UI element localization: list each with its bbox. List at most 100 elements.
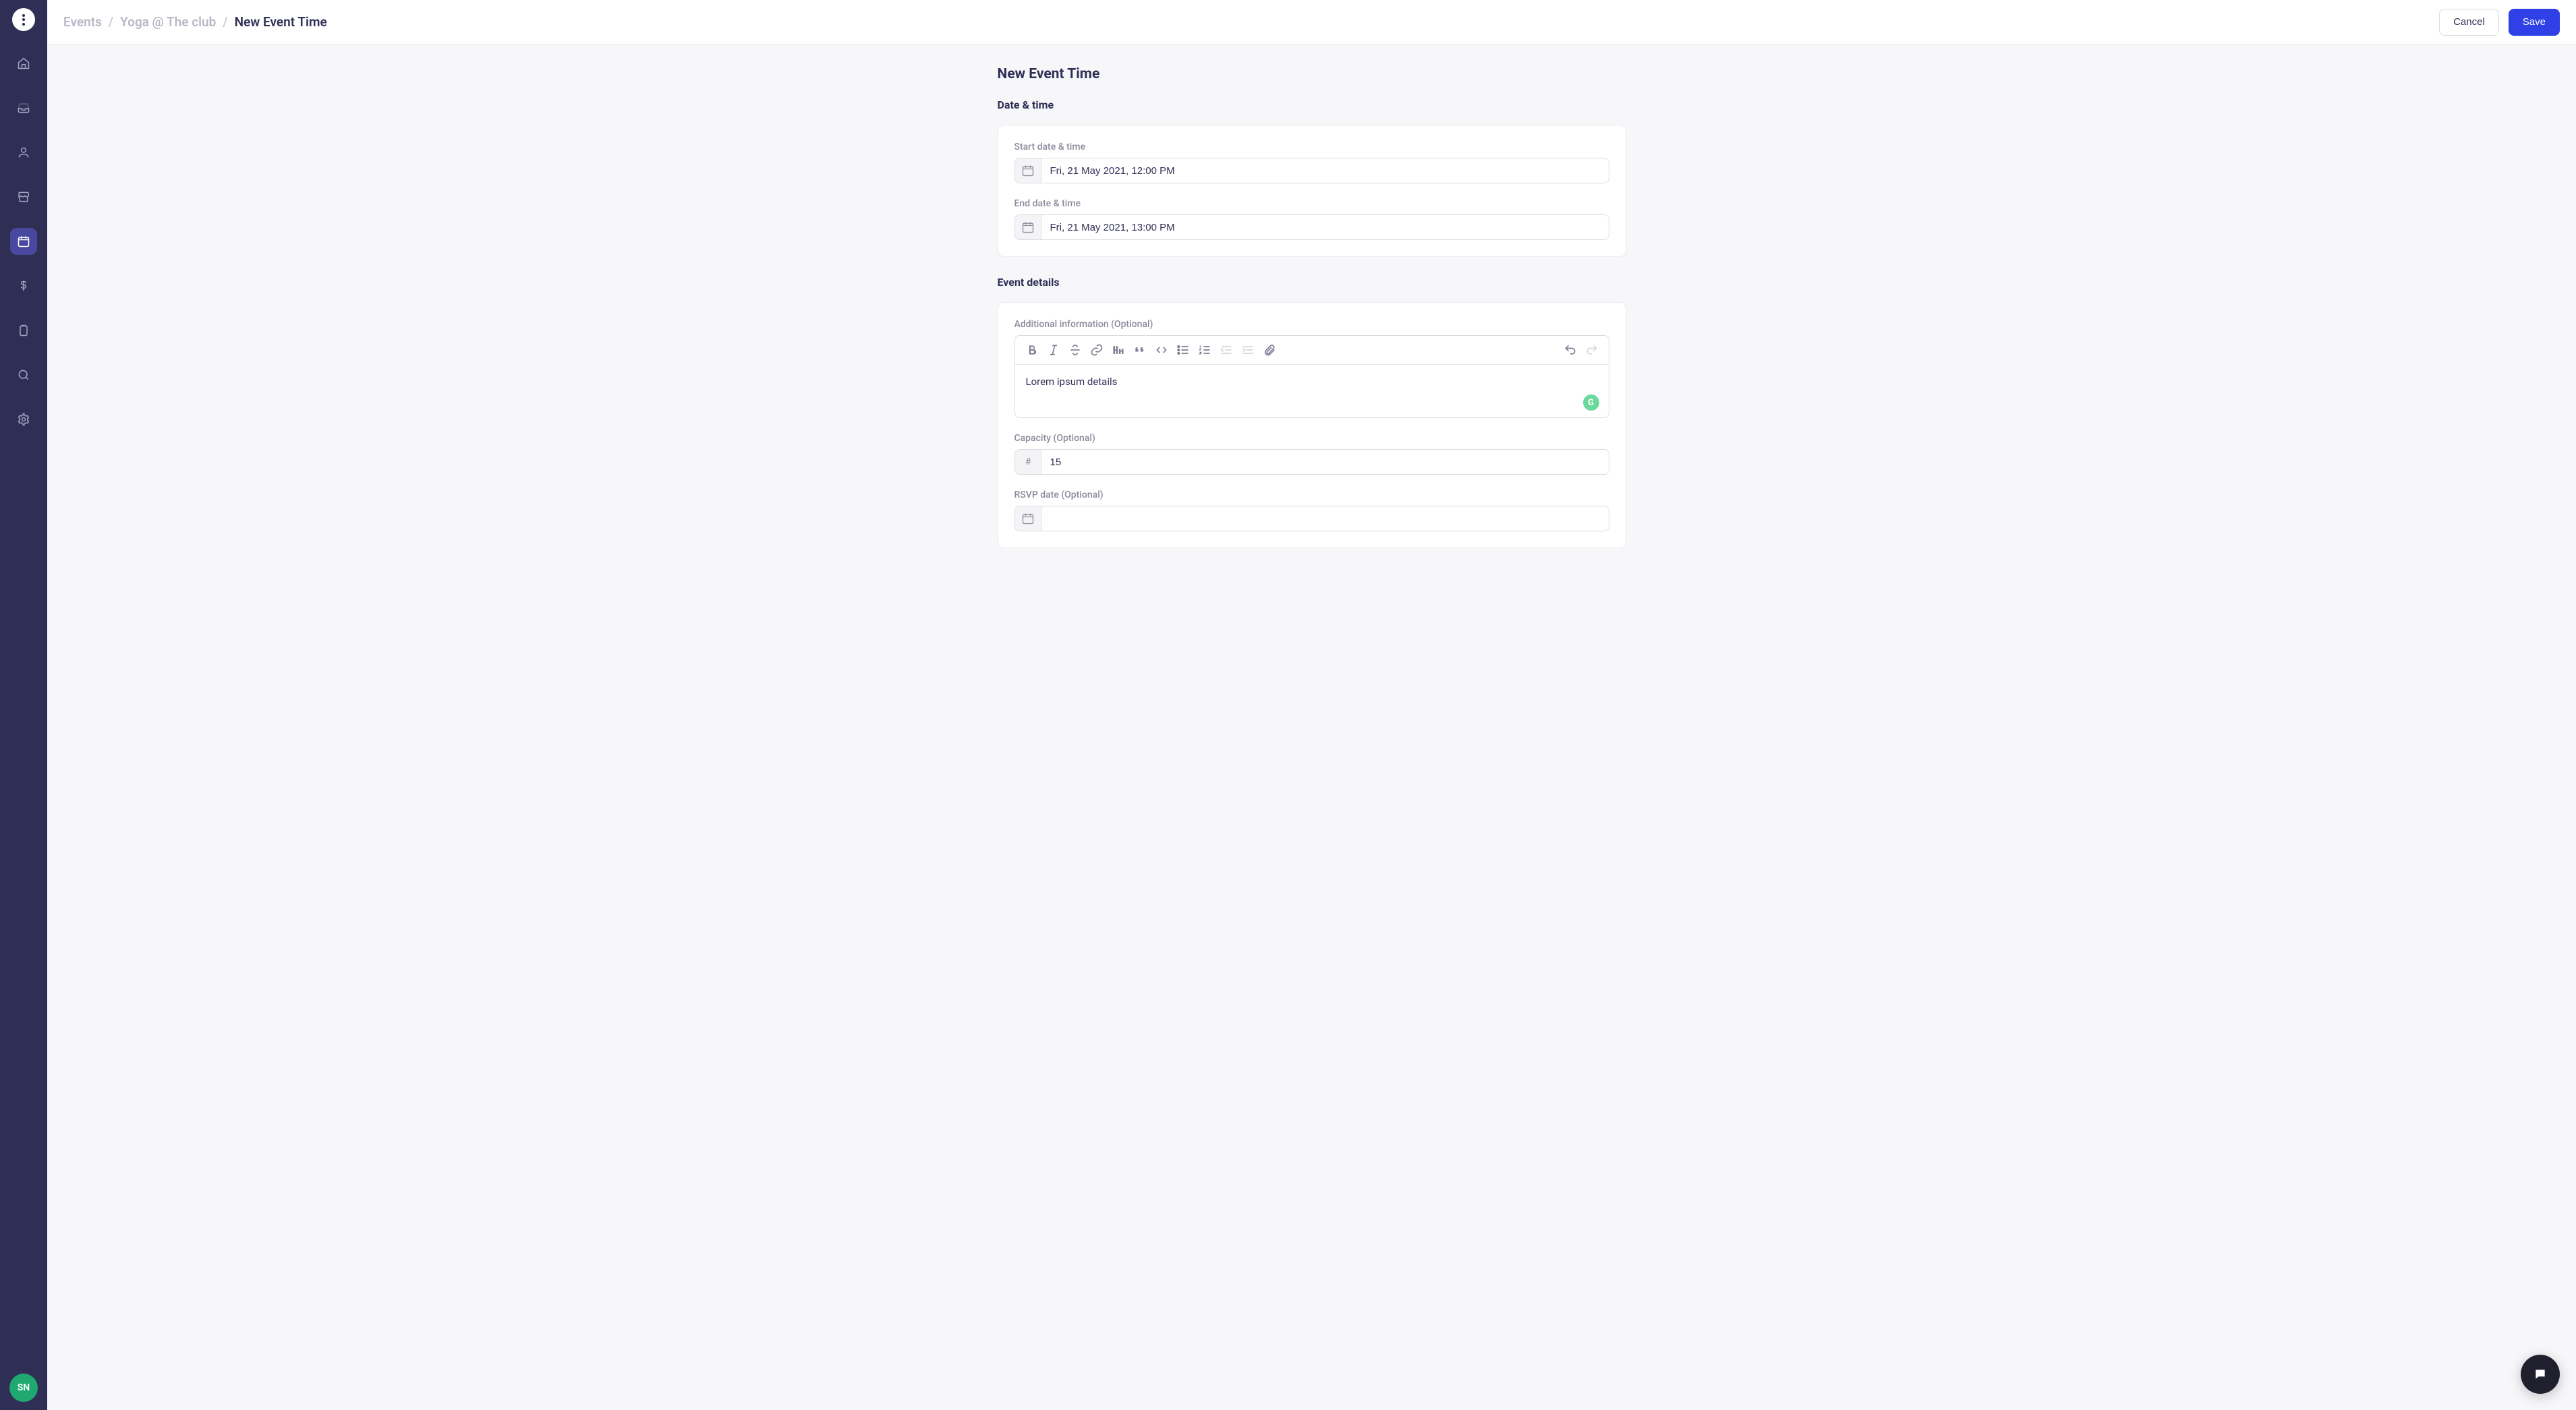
store-icon	[17, 190, 30, 204]
crumb-parent[interactable]: Yoga @ The club	[120, 14, 216, 30]
logo-dots-icon	[22, 14, 25, 26]
nav-store[interactable]	[10, 183, 37, 210]
strikethrough-icon	[1068, 343, 1082, 357]
bold-icon	[1025, 343, 1039, 357]
code-icon	[1155, 343, 1168, 357]
capacity-field: Capacity (Optional) #	[1014, 433, 1609, 475]
outdent-icon	[1220, 343, 1233, 357]
tool-redo	[1582, 340, 1602, 360]
date-time-card: Start date & time End date & time	[998, 125, 1626, 257]
italic-icon	[1047, 343, 1060, 357]
search-icon	[17, 368, 30, 382]
crumb-events[interactable]: Events	[63, 14, 102, 30]
start-date-field: Start date & time	[1014, 142, 1609, 183]
tool-undo[interactable]	[1560, 340, 1580, 360]
tool-link[interactable]	[1087, 340, 1107, 360]
end-date-label: End date & time	[1014, 198, 1609, 209]
rsvp-field: RSVP date (Optional)	[1014, 490, 1609, 531]
breadcrumb: Events / Yoga @ The club / New Event Tim…	[63, 14, 327, 30]
user-avatar[interactable]: SN	[9, 1374, 38, 1402]
event-details-card: Additional information (Optional)	[998, 302, 1626, 548]
additional-info-label: Additional information (Optional)	[1014, 319, 1609, 330]
nav-billing[interactable]	[10, 272, 37, 299]
end-date-input-group	[1014, 214, 1609, 240]
tool-strikethrough[interactable]	[1065, 340, 1085, 360]
tool-heading[interactable]	[1108, 340, 1128, 360]
tool-bullet-list[interactable]	[1173, 340, 1193, 360]
rsvp-input-group	[1014, 506, 1609, 531]
end-date-field: End date & time	[1014, 198, 1609, 240]
capacity-label: Capacity (Optional)	[1014, 433, 1609, 444]
hash-prefix: #	[1015, 450, 1042, 474]
heading-icon	[1112, 343, 1125, 357]
rsvp-input[interactable]	[1042, 506, 1609, 531]
nav-settings[interactable]	[10, 406, 37, 433]
tool-code[interactable]	[1151, 340, 1172, 360]
tool-bold[interactable]	[1022, 340, 1042, 360]
end-date-input[interactable]	[1042, 215, 1609, 239]
rsvp-label: RSVP date (Optional)	[1014, 490, 1609, 500]
editor-toolbar	[1015, 336, 1609, 365]
people-icon	[17, 146, 30, 159]
inbox-icon	[17, 101, 30, 115]
rich-text-editor: Lorem ipsum details G	[1014, 335, 1609, 418]
chat-icon	[2534, 1368, 2547, 1381]
calendar-prefix-icon[interactable]	[1015, 158, 1042, 183]
link-icon	[1090, 343, 1104, 357]
calendar-icon	[1021, 512, 1035, 525]
grammarly-icon[interactable]: G	[1583, 394, 1599, 411]
page-scroll[interactable]: New Event Time Date & time Start date & …	[47, 45, 2576, 1410]
additional-info-field: Additional information (Optional)	[1014, 319, 1609, 418]
calendar-prefix-icon[interactable]	[1015, 215, 1042, 239]
page-title: New Event Time	[998, 66, 1626, 82]
topbar-actions: Cancel Save	[2439, 9, 2560, 36]
start-date-input[interactable]	[1042, 158, 1609, 183]
sidebar: SN	[0, 0, 47, 1410]
tool-indent-decrease	[1216, 340, 1236, 360]
undo-icon	[1564, 343, 1577, 357]
calendar-icon	[1021, 221, 1035, 234]
calendar-prefix-icon[interactable]	[1015, 506, 1042, 531]
tool-indent-increase	[1238, 340, 1258, 360]
start-date-label: Start date & time	[1014, 142, 1609, 152]
nav-home[interactable]	[10, 50, 37, 77]
tool-italic[interactable]	[1043, 340, 1064, 360]
capacity-input-group: #	[1014, 449, 1609, 475]
save-button[interactable]: Save	[2509, 9, 2560, 36]
nav-clipboard[interactable]	[10, 317, 37, 344]
nav-people[interactable]	[10, 139, 37, 166]
tool-quote[interactable]	[1130, 340, 1150, 360]
clipboard-icon	[17, 324, 30, 337]
crumb-current: New Event Time	[235, 14, 327, 30]
ordered-list-icon	[1198, 343, 1211, 357]
avatar-initials: SN	[18, 1382, 30, 1393]
cancel-button[interactable]: Cancel	[2439, 9, 2499, 36]
nav-search[interactable]	[10, 361, 37, 388]
chat-launcher[interactable]	[2521, 1355, 2560, 1394]
indent-icon	[1241, 343, 1255, 357]
crumb-separator: /	[223, 14, 227, 30]
main-panel: Events / Yoga @ The club / New Event Tim…	[47, 0, 2576, 1410]
dollar-icon	[17, 279, 30, 293]
editor-body[interactable]: Lorem ipsum details G	[1015, 365, 1609, 417]
nav-inbox[interactable]	[10, 94, 37, 121]
editor-content[interactable]: Lorem ipsum details	[1026, 376, 1598, 388]
section-details-heading: Event details	[998, 276, 1626, 289]
settings-icon	[17, 413, 30, 426]
capacity-input[interactable]	[1042, 450, 1609, 474]
calendar-icon	[17, 235, 30, 248]
nav-events[interactable]	[10, 228, 37, 255]
start-date-input-group	[1014, 158, 1609, 183]
tool-ordered-list[interactable]	[1195, 340, 1215, 360]
attachment-icon	[1263, 343, 1276, 357]
tool-attachment[interactable]	[1259, 340, 1280, 360]
bullet-list-icon	[1176, 343, 1190, 357]
quote-icon	[1133, 343, 1147, 357]
section-date-heading: Date & time	[998, 98, 1626, 111]
calendar-icon	[1021, 164, 1035, 177]
topbar: Events / Yoga @ The club / New Event Tim…	[47, 0, 2576, 45]
redo-icon	[1585, 343, 1599, 357]
app-logo[interactable]	[12, 8, 35, 31]
home-icon	[17, 57, 30, 70]
crumb-separator: /	[109, 14, 113, 30]
